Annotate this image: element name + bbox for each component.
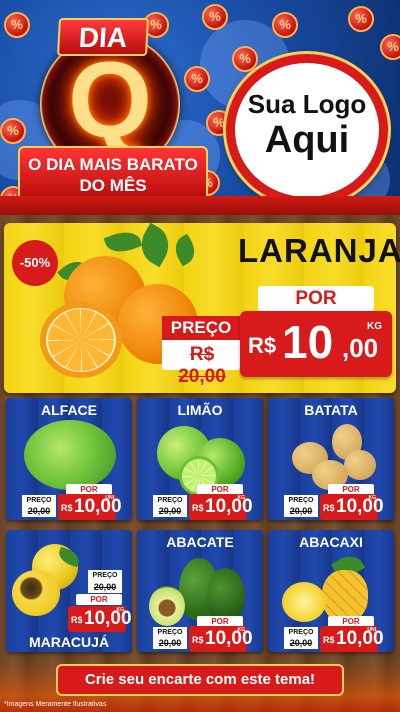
percent-coin-icon: % bbox=[272, 12, 298, 38]
price: 10,00 bbox=[336, 628, 384, 649]
logo-line-2: Aqui bbox=[264, 119, 350, 161]
old-price: 20,00 bbox=[153, 637, 187, 649]
featured-por-label: POR bbox=[258, 286, 374, 312]
price: 10,00 bbox=[84, 608, 132, 629]
percent-coin-icon: % bbox=[348, 6, 374, 32]
disclaimer-text: *Imagens Meramente Ilustrativas bbox=[4, 701, 107, 708]
old-price: 20,00 bbox=[153, 505, 187, 517]
old-price: 20,00 bbox=[88, 581, 122, 593]
pineapple-slice-icon bbox=[282, 582, 326, 622]
ribbon-line-2: DO MÊS bbox=[79, 176, 147, 195]
price: 10,00 bbox=[205, 496, 253, 517]
percent-coin-icon: % bbox=[232, 46, 258, 72]
potato-icon bbox=[344, 450, 376, 480]
create-flyer-button[interactable]: Crie seu encarte com este tema! bbox=[58, 666, 342, 694]
pineapple-icon bbox=[322, 570, 368, 622]
percent-coin-icon: % bbox=[380, 34, 400, 60]
discount-badge: -50% bbox=[12, 240, 58, 286]
price-box: R$ 10,00 KG bbox=[189, 626, 253, 652]
dia-q-badge: Q DIA O DIA MAIS BARATO DO MÊS bbox=[18, 6, 208, 206]
product-card-abacaxi[interactable]: ABACAXI POR PREÇO 20,00 R$ 10,00 UNI bbox=[268, 530, 394, 652]
product-name: ABACATE bbox=[166, 534, 234, 550]
product-card-maracuja[interactable]: PREÇO 20,00 POR R$ 10,00 KG MARACUJÁ bbox=[6, 530, 132, 652]
lettuce-icon bbox=[24, 420, 116, 490]
badge-letter: Q bbox=[67, 39, 152, 160]
product-name: ABACAXI bbox=[299, 534, 363, 550]
ribbon-line-1: O DIA MAIS BARATO bbox=[28, 155, 198, 174]
currency: R$ bbox=[323, 635, 335, 645]
price-box: R$ 10,00 UNI bbox=[320, 626, 384, 652]
passion-fruit-half-icon bbox=[12, 570, 60, 616]
product-name: ALFACE bbox=[41, 402, 97, 418]
product-card-limao[interactable]: LIMÃO POR PREÇO 20,00 R$ 10,00 KG bbox=[137, 398, 263, 520]
featured-unit: KG bbox=[367, 321, 382, 332]
logo-line-1: Sua Logo bbox=[247, 89, 367, 119]
avocado-half-icon bbox=[149, 586, 185, 626]
old-price: 20,00 bbox=[22, 505, 56, 517]
currency: R$ bbox=[61, 503, 73, 513]
currency: R$ bbox=[71, 615, 83, 625]
product-card-abacate[interactable]: ABACATE POR PREÇO 20,00 R$ 10,00 KG bbox=[137, 530, 263, 652]
por-label: POR bbox=[76, 594, 122, 605]
logo-placeholder[interactable]: Sua Logo Aqui bbox=[226, 54, 388, 206]
unit: UNI bbox=[105, 495, 114, 501]
unit: KG bbox=[368, 495, 377, 501]
unit: KG bbox=[116, 607, 125, 613]
unit: UNI bbox=[367, 627, 376, 633]
featured-currency: R$ bbox=[248, 333, 277, 358]
currency: R$ bbox=[192, 503, 204, 513]
featured-product-name: LARANJA bbox=[238, 232, 400, 269]
orange-slice-icon bbox=[48, 309, 114, 371]
price-box: R$ 10,00 KG bbox=[189, 494, 253, 520]
price: 10,00 bbox=[336, 496, 384, 517]
unit: KG bbox=[237, 627, 246, 633]
price-box: R$ 10,00 KG bbox=[68, 606, 132, 632]
old-price: 20,00 bbox=[284, 505, 318, 517]
old-price: 20,00 bbox=[284, 637, 318, 649]
currency: R$ bbox=[323, 503, 335, 513]
featured-price-integer: 10 bbox=[282, 316, 334, 368]
unit: KG bbox=[237, 495, 246, 501]
price: 10,00 bbox=[205, 628, 253, 649]
price: 10,00 bbox=[74, 496, 122, 517]
featured-price-box: R$ 10 ,00 KG bbox=[240, 311, 392, 377]
preco-label: PREÇO bbox=[88, 570, 122, 581]
featured-old-price: R$ 20,00 bbox=[178, 344, 226, 387]
price-box: R$ 10,00 UNI bbox=[58, 494, 122, 520]
price-box: R$ 10,00 KG bbox=[320, 494, 384, 520]
product-card-batata[interactable]: BATATA POR PREÇO 20,00 R$ 10,00 KG bbox=[268, 398, 394, 520]
product-card-alface[interactable]: ALFACE POR PREÇO 20,00 R$ 10,00 UNI bbox=[6, 398, 132, 520]
product-name: LIMÃO bbox=[177, 402, 223, 418]
product-name: BATATA bbox=[304, 402, 358, 418]
product-name: MARACUJÁ bbox=[28, 634, 110, 650]
featured-preco-label: PREÇO bbox=[162, 316, 240, 340]
badge-dia-label: DIA bbox=[57, 18, 149, 56]
featured-price-decimal: ,00 bbox=[342, 333, 379, 363]
currency: R$ bbox=[192, 635, 204, 645]
